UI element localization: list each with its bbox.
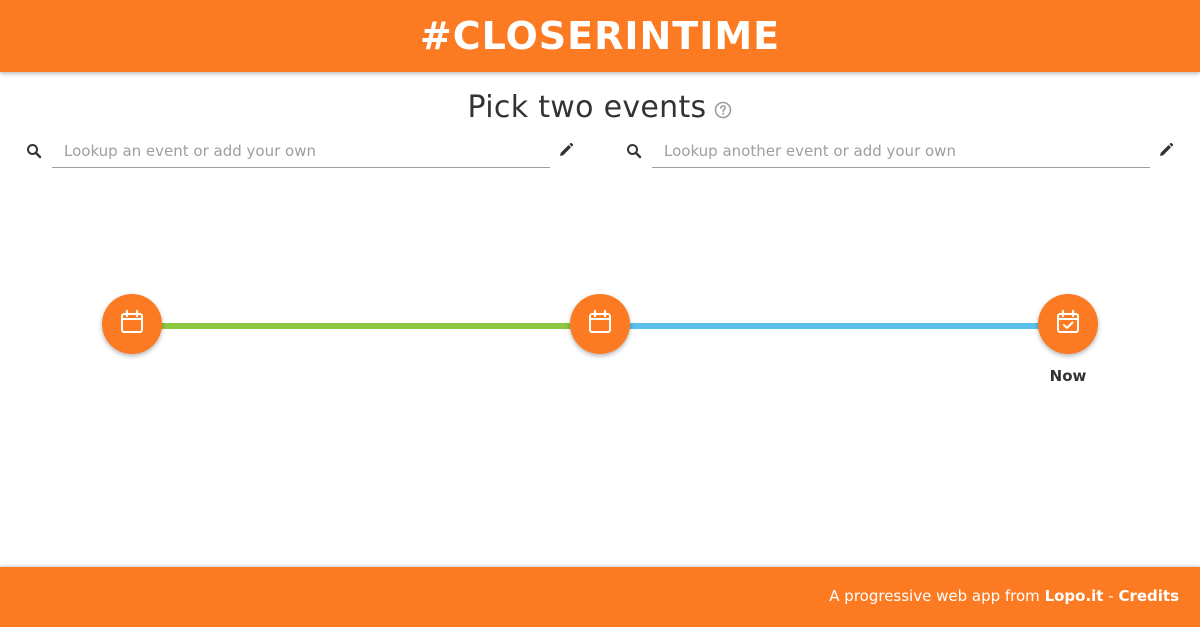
first-event-input[interactable] [52, 134, 550, 168]
timeline-segment-recent [610, 323, 1050, 329]
pencil-icon[interactable] [1158, 142, 1174, 158]
credits-link[interactable]: Credits [1118, 587, 1179, 605]
lopo-link[interactable]: Lopo.it [1045, 587, 1104, 605]
heading-row: Pick two events [0, 84, 1200, 130]
timeline: Now [0, 290, 1200, 400]
app-header: #CLOSERINTIME [0, 0, 1200, 72]
calendar-icon [119, 309, 145, 339]
search-icon [626, 143, 642, 159]
calendar-check-icon [1055, 309, 1081, 339]
timeline-node-first-event[interactable] [102, 294, 162, 354]
now-label: Now [1049, 367, 1087, 385]
page-title: Pick two events [467, 89, 707, 125]
second-event-search [620, 134, 1180, 170]
timeline-node-second-event[interactable] [570, 294, 630, 354]
app-footer: A progressive web app from Lopo.it - Cre… [0, 567, 1200, 627]
footer-separator: - [1103, 587, 1119, 605]
second-event-input[interactable] [652, 134, 1150, 168]
calendar-icon [587, 309, 613, 339]
app-title: #CLOSERINTIME [419, 14, 781, 58]
search-icon [26, 143, 42, 159]
pencil-icon[interactable] [558, 142, 574, 158]
help-circle-icon[interactable] [714, 101, 732, 119]
footer-prefix: A progressive web app from [829, 587, 1045, 605]
timeline-node-now[interactable] [1038, 294, 1098, 354]
timeline-segment-past [150, 323, 590, 329]
first-event-search [20, 134, 580, 170]
footer-credits-line: A progressive web app from Lopo.it - Cre… [829, 587, 1179, 605]
